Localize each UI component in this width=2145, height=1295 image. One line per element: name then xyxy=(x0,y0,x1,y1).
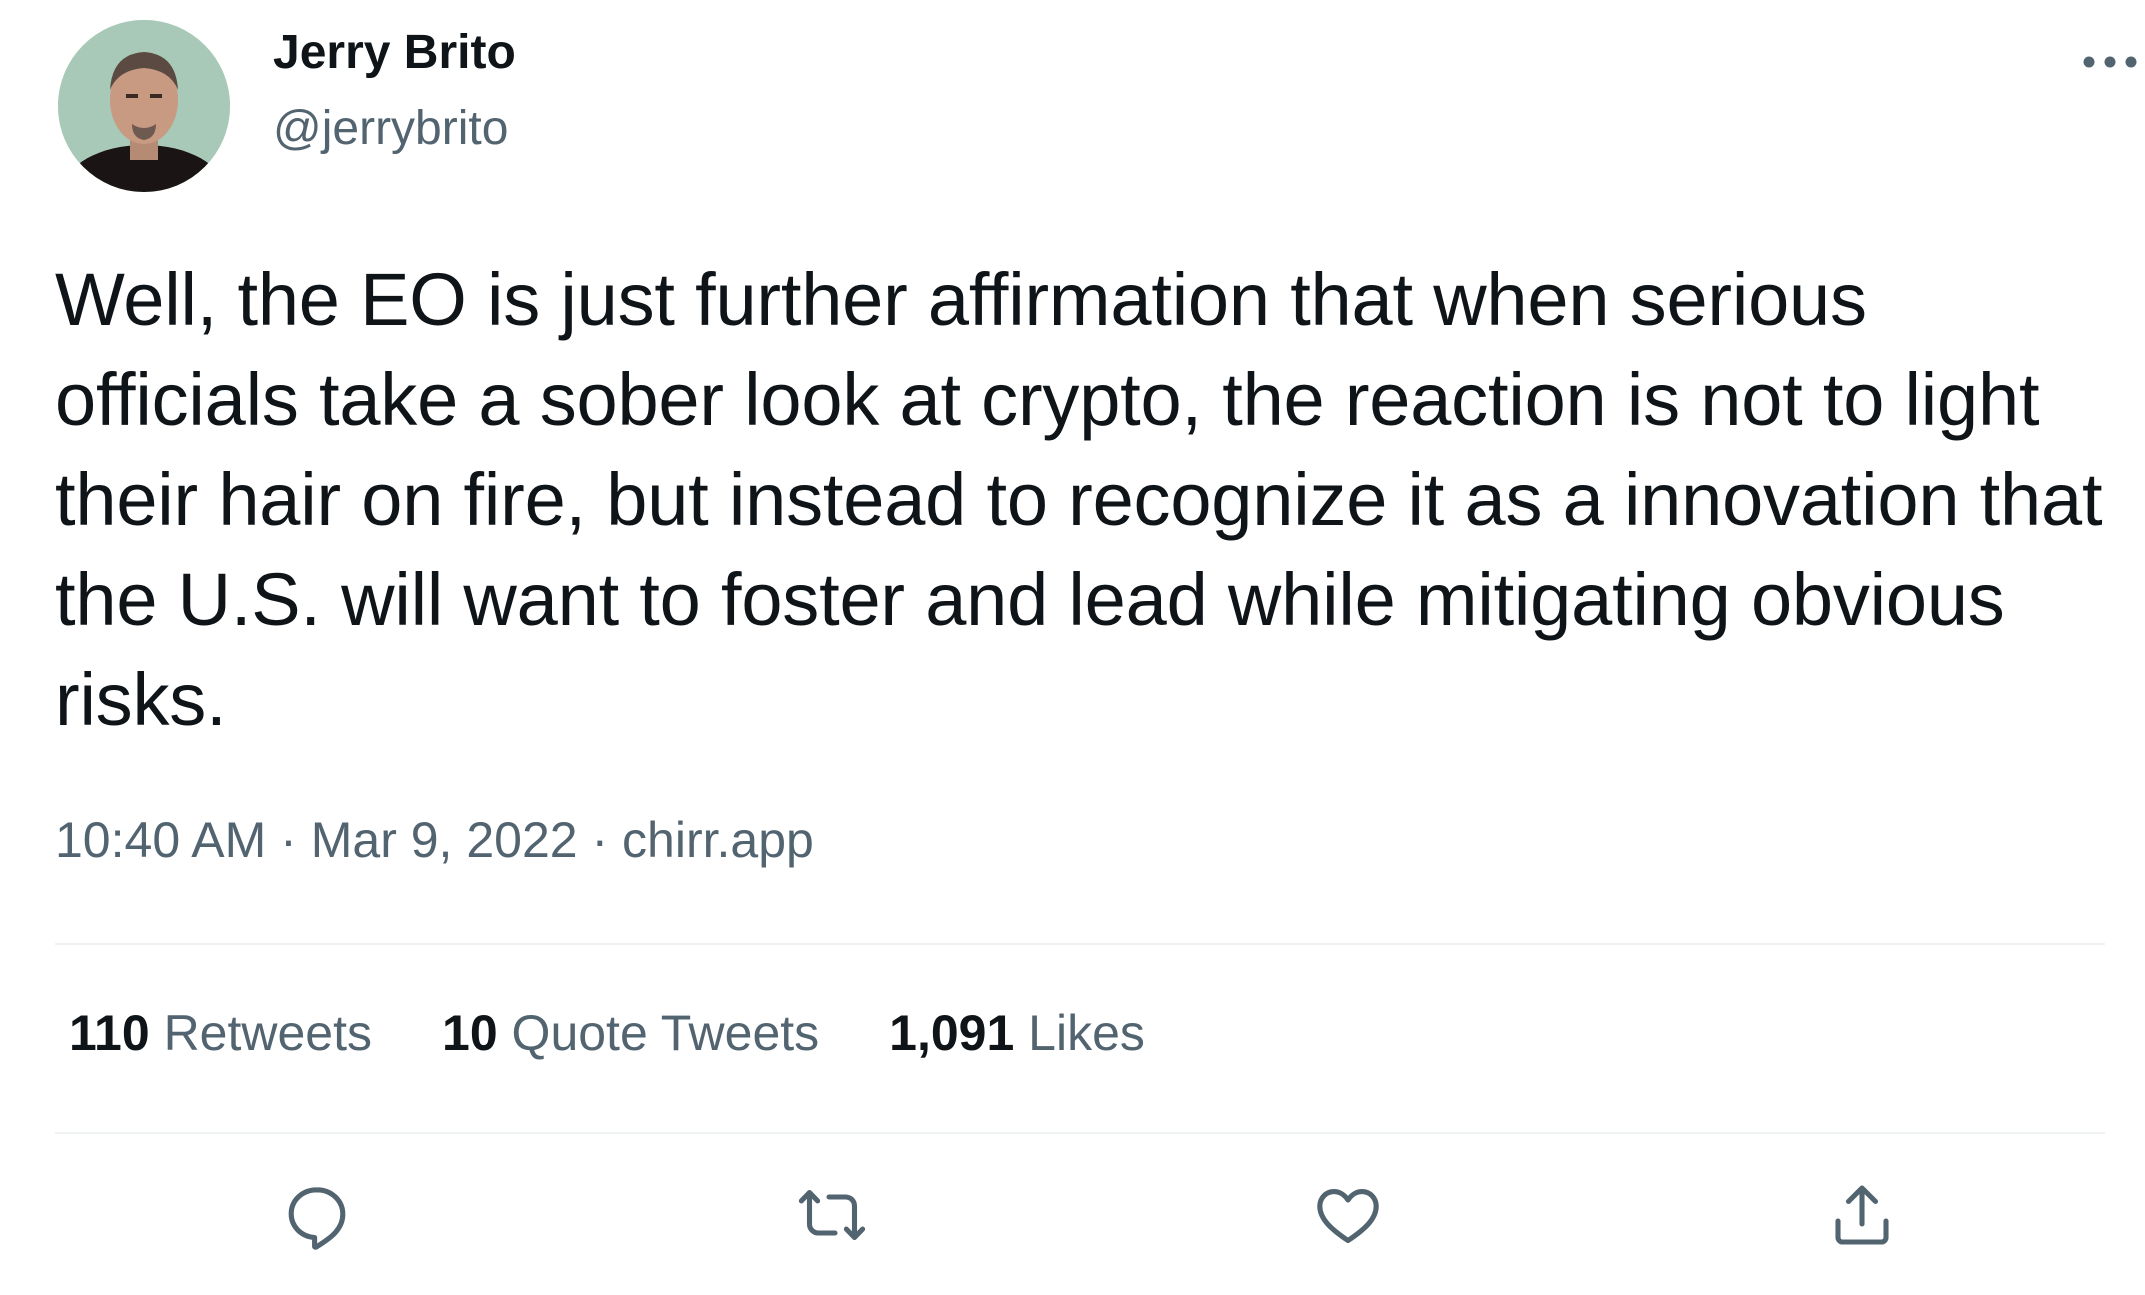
tweet-stats: 110 Retweets 10 Quote Tweets 1,091 Likes xyxy=(69,1003,1145,1063)
quote-tweets-count: 10 xyxy=(442,1005,498,1061)
author-handle[interactable]: @jerrybrito xyxy=(273,101,516,157)
reply-icon xyxy=(288,1187,346,1250)
share-button[interactable] xyxy=(1817,1170,1907,1260)
retweets-count: 110 xyxy=(69,1005,150,1061)
author-names: Jerry Brito @jerrybrito xyxy=(273,25,516,157)
tweet-date[interactable]: Mar 9, 2022 xyxy=(311,812,578,868)
retweets-stat[interactable]: 110 Retweets xyxy=(69,1003,372,1063)
author-display-name[interactable]: Jerry Brito xyxy=(273,25,516,81)
quote-tweets-label: Quote Tweets xyxy=(511,1005,820,1061)
avatar[interactable] xyxy=(58,20,230,192)
more-dots-icon xyxy=(2083,56,2137,68)
divider xyxy=(55,1132,2105,1134)
like-button[interactable] xyxy=(1303,1170,1393,1260)
tweet-header: Jerry Brito @jerrybrito xyxy=(55,10,2137,192)
share-icon xyxy=(1835,1185,1889,1245)
likes-label: Likes xyxy=(1028,1005,1145,1061)
likes-count: 1,091 xyxy=(889,1005,1015,1061)
divider xyxy=(55,943,2105,945)
tweet-text: Well, the EO is just further affirmation… xyxy=(55,258,2103,741)
tweet-card: Jerry Brito @jerrybrito Well, the EO is … xyxy=(55,0,2137,1295)
reply-button[interactable] xyxy=(272,1170,362,1260)
likes-stat[interactable]: 1,091 Likes xyxy=(889,1003,1145,1063)
avatar-image xyxy=(58,20,230,192)
tweet-actions xyxy=(55,1170,2105,1260)
tweet-source[interactable]: chirr.app xyxy=(622,812,814,868)
meta-separator: · xyxy=(280,812,297,868)
retweets-label: Retweets xyxy=(163,1005,373,1061)
more-options-button[interactable] xyxy=(2070,32,2145,92)
quote-tweets-stat[interactable]: 10 Quote Tweets xyxy=(442,1003,819,1063)
retweet-icon xyxy=(798,1189,866,1241)
tweet-meta: 10:40 AM · Mar 9, 2022 · chirr.app xyxy=(55,810,814,870)
tweet-time[interactable]: 10:40 AM xyxy=(55,812,266,868)
retweet-button[interactable] xyxy=(787,1170,877,1260)
like-icon xyxy=(1317,1189,1379,1244)
meta-separator: · xyxy=(591,812,609,868)
